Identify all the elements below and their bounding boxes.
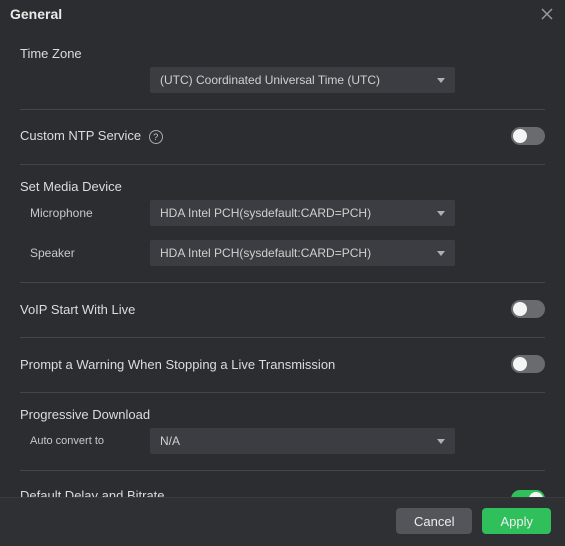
apply-button[interactable]: Apply xyxy=(482,508,551,534)
general-settings-dialog: General Time Zone (UTC) Coordinated Univ… xyxy=(0,0,565,546)
dialog-title: General xyxy=(10,6,62,22)
prompt-warning-label: Prompt a Warning When Stopping a Live Tr… xyxy=(20,357,335,372)
section-progressive-download: Progressive Download Auto convert to N/A xyxy=(20,393,545,471)
dialog-header: General xyxy=(0,0,565,24)
microphone-value: HDA Intel PCH(sysdefault:CARD=PCH) xyxy=(160,206,371,220)
speaker-select[interactable]: HDA Intel PCH(sysdefault:CARD=PCH) xyxy=(150,240,455,266)
microphone-label: Microphone xyxy=(20,206,150,220)
time-zone-select[interactable]: (UTC) Coordinated Universal Time (UTC) xyxy=(150,67,455,93)
time-zone-value: (UTC) Coordinated Universal Time (UTC) xyxy=(160,73,380,87)
default-delay-toggle[interactable] xyxy=(511,490,545,498)
section-voip: VoIP Start With Live xyxy=(20,283,545,338)
custom-ntp-toggle[interactable] xyxy=(511,127,545,145)
prompt-warning-toggle[interactable] xyxy=(511,355,545,373)
dialog-body: Time Zone (UTC) Coordinated Universal Ti… xyxy=(0,24,565,497)
close-icon[interactable] xyxy=(539,6,555,22)
section-time-zone: Time Zone (UTC) Coordinated Universal Ti… xyxy=(20,32,545,110)
progressive-download-label: Progressive Download xyxy=(20,407,545,422)
cancel-button[interactable]: Cancel xyxy=(396,508,472,534)
time-zone-label: Time Zone xyxy=(20,46,545,61)
section-prompt-warning: Prompt a Warning When Stopping a Live Tr… xyxy=(20,338,545,393)
voip-label: VoIP Start With Live xyxy=(20,302,135,317)
custom-ntp-label: Custom NTP Service ? xyxy=(20,128,163,144)
section-set-media: Set Media Device Microphone HDA Intel PC… xyxy=(20,165,545,283)
auto-convert-label: Auto convert to xyxy=(20,435,150,447)
microphone-select[interactable]: HDA Intel PCH(sysdefault:CARD=PCH) xyxy=(150,200,455,226)
set-media-label: Set Media Device xyxy=(20,179,545,194)
auto-convert-select[interactable]: N/A xyxy=(150,428,455,454)
default-delay-label: Default Delay and Bitrate xyxy=(20,488,165,497)
auto-convert-value: N/A xyxy=(160,434,180,448)
voip-toggle[interactable] xyxy=(511,300,545,318)
help-icon[interactable]: ? xyxy=(149,130,163,144)
speaker-label: Speaker xyxy=(20,246,150,260)
speaker-value: HDA Intel PCH(sysdefault:CARD=PCH) xyxy=(160,246,371,260)
section-default-delay: Default Delay and Bitrate xyxy=(20,471,545,497)
section-custom-ntp: Custom NTP Service ? xyxy=(20,110,545,165)
dialog-footer: Cancel Apply xyxy=(0,497,565,546)
